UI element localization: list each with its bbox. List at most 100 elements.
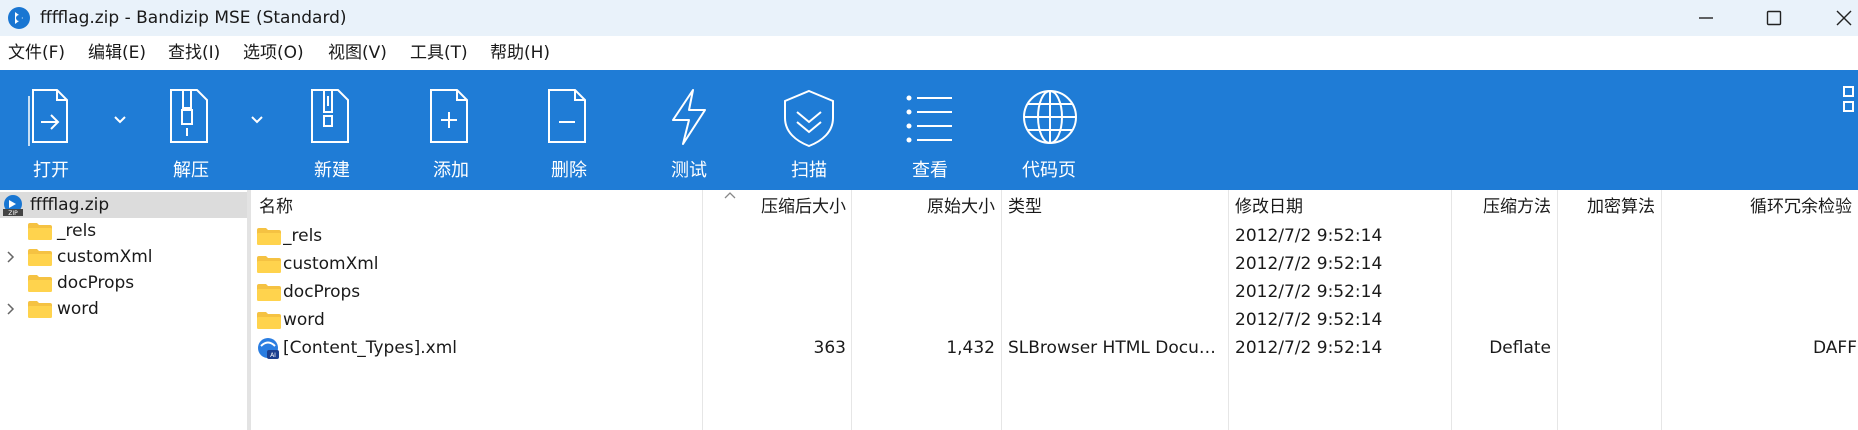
add-file-icon xyxy=(430,89,468,143)
file-modified: 2012/7/2 9:52:14 xyxy=(1235,310,1383,330)
folder-icon xyxy=(257,312,281,329)
maximize-icon xyxy=(1766,10,1782,26)
delete-button[interactable]: 删除 xyxy=(523,70,615,190)
file-row[interactable]: _rels 2012/7/2 9:52:14 xyxy=(251,222,1858,250)
column-header-original-size[interactable]: 原始大小 xyxy=(851,190,995,224)
menu-view[interactable]: 视图(V) xyxy=(328,36,387,70)
menu-find[interactable]: 查找(I) xyxy=(168,36,220,70)
tree-item-label: customXml xyxy=(57,247,153,267)
file-type: SLBrowser HTML Docu… xyxy=(1008,338,1216,358)
file-crc: DAFF xyxy=(1813,338,1857,358)
file-name: customXml xyxy=(283,254,379,274)
new-archive-icon xyxy=(311,89,349,143)
folder-icon xyxy=(28,301,52,318)
file-modified: 2012/7/2 9:52:14 xyxy=(1235,338,1383,358)
tree-item-docprops[interactable]: docProps xyxy=(0,270,247,296)
svg-text:ZIP: ZIP xyxy=(8,210,18,216)
column-header-name[interactable]: 名称 xyxy=(259,190,293,224)
extract-label: 解压 xyxy=(173,160,209,181)
svg-text:AI: AI xyxy=(270,352,276,359)
open-dropdown-chevron-icon[interactable] xyxy=(110,110,130,130)
test-button[interactable]: 测试 xyxy=(643,70,735,190)
view-label: 查看 xyxy=(912,160,948,181)
menu-help[interactable]: 帮助(H) xyxy=(490,36,550,70)
file-method: Deflate xyxy=(1489,338,1551,358)
tree-root-item[interactable]: ZIP fffflag.zip xyxy=(0,192,247,218)
add-label: 添加 xyxy=(433,160,469,181)
file-row[interactable]: AI [Content_Types].xml 363 1,432 SLBrows… xyxy=(251,334,1858,362)
column-header-method[interactable]: 压缩方法 xyxy=(1451,190,1551,224)
file-name: _rels xyxy=(283,226,323,246)
bandizip-logo-icon xyxy=(8,7,30,29)
file-row[interactable]: docProps 2012/7/2 9:52:14 xyxy=(251,278,1858,306)
extract-zip-icon xyxy=(170,89,208,143)
file-row[interactable]: customXml 2012/7/2 9:52:14 xyxy=(251,250,1858,278)
extract-button[interactable]: 解压 xyxy=(145,70,237,190)
column-header-encryption[interactable]: 加密算法 xyxy=(1557,190,1655,224)
codepage-label: 代码页 xyxy=(1022,160,1076,181)
delete-label: 删除 xyxy=(551,160,587,181)
close-icon xyxy=(1836,10,1852,26)
menu-bar: 文件(F) 编辑(E) 查找(I) 选项(O) 视图(V) 工具(T) 帮助(H… xyxy=(0,36,1858,70)
column-header-modified[interactable]: 修改日期 xyxy=(1235,190,1303,224)
zip-archive-icon: ZIP xyxy=(3,195,23,216)
file-name: docProps xyxy=(283,282,361,302)
tree-item-label: docProps xyxy=(57,273,135,293)
extract-dropdown-chevron-icon[interactable] xyxy=(247,110,267,130)
minimize-button[interactable] xyxy=(1678,0,1734,36)
tree-item-rels[interactable]: _rels xyxy=(0,218,247,244)
toolbar: 打开 解压 新建 添加 删除 测试 扫描 查看 代码页 xyxy=(0,70,1858,190)
file-modified: 2012/7/2 9:52:14 xyxy=(1235,282,1383,302)
lightning-test-icon xyxy=(672,89,706,145)
menu-tools[interactable]: 工具(T) xyxy=(410,36,468,70)
chevron-right-icon[interactable] xyxy=(5,300,17,318)
minimize-icon xyxy=(1699,17,1713,19)
title-bar: fffflag.zip - Bandizip MSE (Standard) xyxy=(0,0,1858,36)
globe-icon xyxy=(1023,90,1077,144)
file-original-size: 1,432 xyxy=(946,338,995,358)
shield-scan-icon xyxy=(784,89,834,148)
tree-item-label: word xyxy=(57,299,99,319)
maximize-button[interactable] xyxy=(1746,0,1802,36)
file-name: [Content_Types].xml xyxy=(283,338,458,358)
add-button[interactable]: 添加 xyxy=(405,70,497,190)
file-packed-size: 363 xyxy=(813,338,846,358)
tree-root-label: fffflag.zip xyxy=(30,195,110,215)
scan-label: 扫描 xyxy=(791,160,827,181)
chevron-right-icon[interactable] xyxy=(5,248,17,266)
folder-icon xyxy=(28,249,52,266)
column-header-type[interactable]: 类型 xyxy=(1008,190,1042,224)
view-button[interactable]: 查看 xyxy=(884,70,976,190)
tree-item-customxml[interactable]: customXml xyxy=(0,244,247,270)
delete-file-icon xyxy=(548,89,586,143)
new-label: 新建 xyxy=(314,160,350,181)
tree-item-label: _rels xyxy=(57,221,97,241)
file-row[interactable]: word 2012/7/2 9:52:14 xyxy=(251,306,1858,334)
folder-icon xyxy=(257,284,281,301)
close-button[interactable] xyxy=(1816,0,1858,36)
folder-icon xyxy=(257,228,281,245)
column-header-crc[interactable]: 循环冗余检验 xyxy=(1661,190,1852,224)
file-name: word xyxy=(283,310,325,330)
folder-tree: ZIP fffflag.zip _rels customXml docProps xyxy=(0,190,247,430)
folder-icon xyxy=(28,223,52,240)
menu-file[interactable]: 文件(F) xyxy=(8,36,65,70)
file-list: 名称 压缩后大小 原始大小 类型 修改日期 压缩方法 加密算法 循环冗余检验 _… xyxy=(251,190,1858,430)
list-view-icon xyxy=(906,95,952,143)
browser-html-file-icon: AI xyxy=(258,338,279,359)
folder-icon xyxy=(257,256,281,273)
column-header-packed-size[interactable]: 压缩后大小 xyxy=(702,190,846,224)
grid-more-icon[interactable] xyxy=(1842,84,1858,114)
menu-options[interactable]: 选项(O) xyxy=(243,36,304,70)
codepage-button[interactable]: 代码页 xyxy=(1003,70,1095,190)
file-modified: 2012/7/2 9:52:14 xyxy=(1235,226,1383,246)
open-button[interactable]: 打开 xyxy=(10,70,92,190)
scan-button[interactable]: 扫描 xyxy=(763,70,855,190)
menu-edit[interactable]: 编辑(E) xyxy=(88,36,146,70)
window-title: fffflag.zip - Bandizip MSE (Standard) xyxy=(40,8,347,28)
open-archive-icon xyxy=(28,89,68,146)
folder-icon xyxy=(28,275,52,292)
new-button[interactable]: 新建 xyxy=(286,70,378,190)
tree-item-word[interactable]: word xyxy=(0,296,247,322)
open-label: 打开 xyxy=(33,160,69,181)
